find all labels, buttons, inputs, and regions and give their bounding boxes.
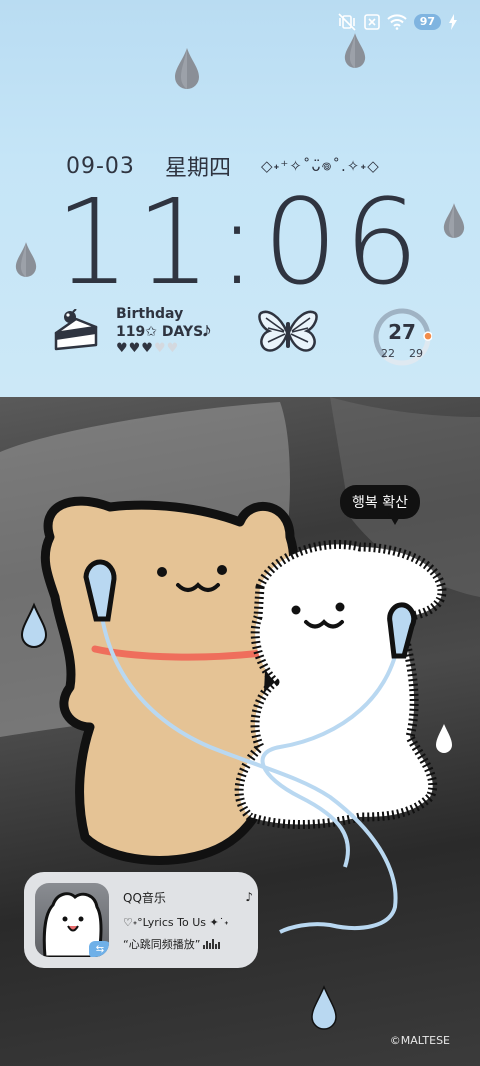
lyric-line: “心跳同频播放” [123,936,253,952]
hearts-full: ♥♥♥ [116,341,154,356]
butterfly-icon[interactable] [258,310,318,358]
hearts-empty: ♥♥ [153,341,180,356]
equalizer-icon [203,938,221,949]
sim-off-icon [363,14,380,30]
status-bar: 97 [337,10,458,34]
speech-bubble-tail [388,513,402,525]
raindrop-icon [175,48,199,89]
raindrop-icon [344,33,366,68]
wifi-icon [386,14,407,30]
high-temperature: 29 [409,347,423,360]
album-art[interactable]: ⇆ [35,883,109,957]
music-widget[interactable]: ⇆ QQ音乐 ♪ ♡˖°Lyrics To Us ✦˙˖ “心跳同频播放” [24,872,258,968]
lockscreen-clock: 11:06 [54,173,426,311]
charging-bolt-icon [448,14,458,30]
cake-icon [54,309,98,351]
birthday-days-count: 119✩ DAYS𝅘𝅥𝅮 [116,324,211,340]
current-temperature: 27 [388,320,416,344]
birthday-title: Birthday [116,306,184,322]
battery-icon: 97 [413,14,441,30]
birthday-widget[interactable]: Birthday 119✩ DAYS𝅘𝅥𝅮 ♥♥♥♥♥ [52,305,210,357]
hearts-rating: ♥♥♥♥♥ [116,341,210,357]
low-temperature: 22 [381,347,395,360]
vibrate-off-icon [337,13,357,31]
track-title: ♡˖°Lyrics To Us ✦˙˖ [123,915,229,929]
battery-level: 97 [419,15,435,28]
music-app-name: QQ音乐 [123,890,166,905]
lyric-text: “心跳同频播放” [123,937,201,951]
shuffle-badge-icon: ⇆ [89,941,109,957]
music-note-icon: ♪ [245,890,253,904]
speech-bubble: 행복 확산 [340,485,420,519]
watermark: ©MALTESE [389,1034,450,1047]
weather-widget[interactable]: 27 22 29 [372,307,433,367]
